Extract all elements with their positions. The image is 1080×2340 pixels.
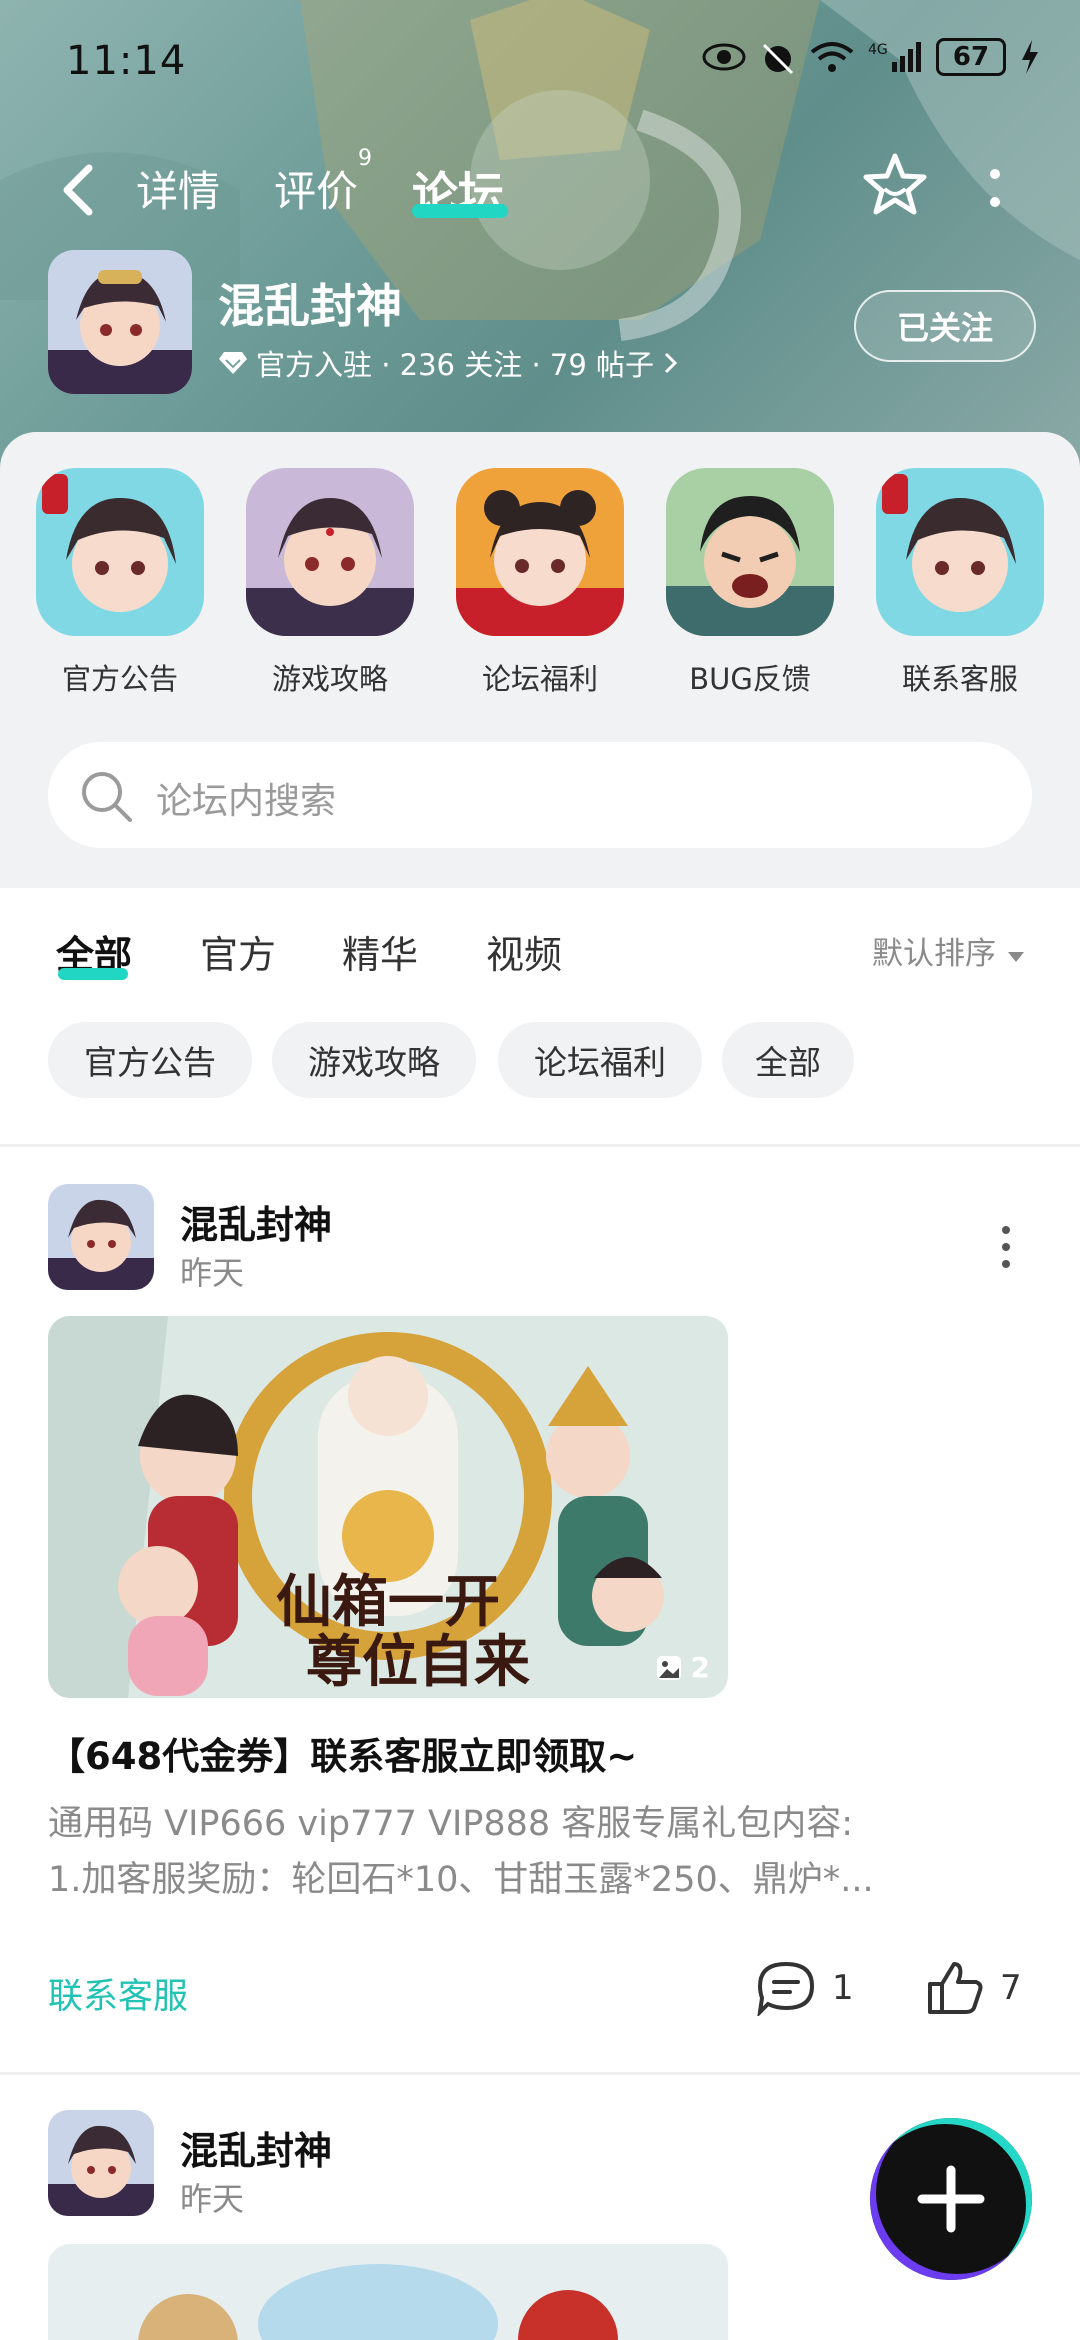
header-banner: 11:14 4G 67 详情 评价 9 论坛 混乱封神 官方入驻 · 236 关… xyxy=(0,0,1080,470)
post-author-name[interactable]: 混乱封神 xyxy=(180,1194,332,1249)
status-time: 11:14 xyxy=(66,38,187,84)
forum-categories-panel: 官方公告 游戏攻略 论坛福利 BUG反馈 联系客服 论坛内搜索 xyxy=(0,432,1080,888)
filter-chip-announcement[interactable]: 官方公告 xyxy=(48,1022,252,1098)
category-customer-service-label: 联系客服 xyxy=(901,662,1018,696)
eye-icon xyxy=(702,43,746,71)
more-options-icon[interactable] xyxy=(980,158,1010,218)
battery-indicator: 67 xyxy=(936,38,1006,76)
create-post-button[interactable] xyxy=(870,2118,1032,2280)
sort-dropdown[interactable]: 默认排序 xyxy=(872,928,1026,973)
post-body-line-1[interactable]: 通用码 VIP666 vip777 VIP888 客服专属礼包内容: xyxy=(48,1796,1028,1852)
feed-tab-official[interactable]: 官方 xyxy=(200,924,276,979)
tab-reviews[interactable]: 评价 9 xyxy=(274,146,372,219)
category-bug-report-label: BUG反馈 xyxy=(689,662,811,696)
game-avatar[interactable] xyxy=(48,250,192,394)
category-welfare-label: 论坛福利 xyxy=(481,662,598,696)
thumbs-up-icon xyxy=(928,1962,983,2014)
wifi-icon xyxy=(810,42,854,72)
tab-details[interactable]: 详情 xyxy=(136,158,220,219)
game-avatar-art xyxy=(48,250,192,394)
category-customer-service[interactable]: 联系客服 xyxy=(875,468,1045,698)
tab-reviews-label: 评价 xyxy=(274,167,359,216)
category-announcement[interactable]: 官方公告 xyxy=(35,468,205,698)
search-input[interactable]: 论坛内搜索 xyxy=(156,772,336,824)
author-avatar-art xyxy=(48,1184,154,1290)
chevron-right-icon xyxy=(664,352,678,374)
top-nav: 详情 评价 9 论坛 xyxy=(0,140,1080,230)
feed-tab-indicator xyxy=(58,968,128,980)
post-tag-link[interactable]: 联系客服 xyxy=(48,1968,188,2019)
category-bug-report[interactable]: BUG反馈 xyxy=(665,468,835,698)
post-image-artwork xyxy=(48,2244,728,2340)
post-image-text-2: 尊位自来 xyxy=(306,1632,530,1694)
forum-feed: 全部 官方 精华 视频 默认排序 官方公告 游戏攻略 论坛福利 全部 混乱封神 … xyxy=(0,888,1080,2340)
welfare-character-icon xyxy=(456,468,624,636)
announcement-character-icon xyxy=(36,468,204,636)
post-author-avatar[interactable] xyxy=(48,2110,154,2216)
status-icons: 4G 67 xyxy=(702,38,1040,76)
comment-count: 1 xyxy=(832,1968,854,2008)
feed-tab-video[interactable]: 视频 xyxy=(486,924,562,979)
active-tab-indicator xyxy=(412,204,508,218)
post-image[interactable]: 仙箱一开 尊位自来 2 xyxy=(48,1316,728,1698)
bug-report-character-icon xyxy=(666,468,834,636)
post-divider xyxy=(0,2072,1080,2075)
comment-button[interactable]: 1 xyxy=(756,1960,854,2016)
post-title[interactable]: 【648代金券】联系客服立即领取~ xyxy=(48,1726,637,1780)
svg-text:4G: 4G xyxy=(868,42,888,58)
alarm-icon xyxy=(762,43,794,75)
like-button[interactable]: 7 xyxy=(926,1960,1022,2016)
filter-chip-all[interactable]: 全部 xyxy=(722,1022,854,1098)
category-customer-service-icon xyxy=(876,468,1044,636)
image-count: 2 xyxy=(690,1651,710,1684)
game-meta[interactable]: 官方入驻 · 236 关注 · 79 帖子 xyxy=(218,342,680,384)
post-image-text-1: 仙箱一开 xyxy=(276,1572,500,1634)
follow-button[interactable]: 已关注 xyxy=(854,290,1036,362)
status-bar: 11:14 4G 67 xyxy=(0,0,1080,120)
image-count-badge: 2 xyxy=(655,1651,710,1684)
back-icon[interactable] xyxy=(55,160,105,220)
comment-icon xyxy=(757,1961,815,2016)
forum-search-bar[interactable]: 论坛内搜索 xyxy=(48,742,1032,848)
post-image[interactable] xyxy=(48,2244,728,2340)
filter-chip-guides[interactable]: 游戏攻略 xyxy=(272,1022,476,1098)
post-body-line-2[interactable]: 1.加客服奖励：轮回石*10、甘甜玉露*250、鼎炉*... xyxy=(48,1852,1028,1908)
category-guides-label: 游戏攻略 xyxy=(271,662,388,696)
game-info: 混乱封神 官方入驻 · 236 关注 · 79 帖子 已关注 xyxy=(48,250,1048,400)
post-time: 昨天 xyxy=(180,1254,245,1292)
reviews-count-badge: 9 xyxy=(358,146,373,171)
caret-down-icon xyxy=(1007,952,1024,962)
game-title: 混乱封神 xyxy=(218,279,402,333)
sort-label: 默认排序 xyxy=(872,936,996,972)
category-welfare-icon xyxy=(456,468,624,636)
category-announcement-label: 官方公告 xyxy=(61,662,178,696)
filter-chip-welfare[interactable]: 论坛福利 xyxy=(498,1022,702,1098)
post-image-artwork: 仙箱一开 尊位自来 xyxy=(48,1316,728,1698)
feed-tab-featured[interactable]: 精华 xyxy=(342,924,418,979)
category-guides-icon xyxy=(246,468,414,636)
favorite-star-icon[interactable] xyxy=(860,150,930,220)
post-author-avatar[interactable] xyxy=(48,1184,154,1290)
guides-character-icon xyxy=(246,468,414,636)
post-author-name[interactable]: 混乱封神 xyxy=(180,2120,332,2175)
plus-icon xyxy=(917,2165,985,2233)
category-guides[interactable]: 游戏攻略 xyxy=(245,468,415,698)
image-gallery-icon xyxy=(656,1655,681,1680)
feed-divider xyxy=(0,1144,1080,1147)
category-announcement-icon xyxy=(36,468,204,636)
charging-icon xyxy=(1022,40,1038,74)
like-count: 7 xyxy=(1000,1968,1022,2008)
game-meta-text: 官方入驻 · 236 关注 · 79 帖子 xyxy=(256,348,654,382)
post-more-icon[interactable] xyxy=(998,1222,1014,1272)
category-bug-report-icon xyxy=(666,468,834,636)
author-avatar-art xyxy=(48,2110,154,2216)
category-welfare[interactable]: 论坛福利 xyxy=(455,468,625,698)
search-icon xyxy=(82,772,132,822)
signal-icon: 4G xyxy=(868,42,921,72)
post-time: 昨天 xyxy=(180,2180,245,2218)
customer-service-character-icon xyxy=(876,468,1044,636)
diamond-icon xyxy=(219,352,247,374)
